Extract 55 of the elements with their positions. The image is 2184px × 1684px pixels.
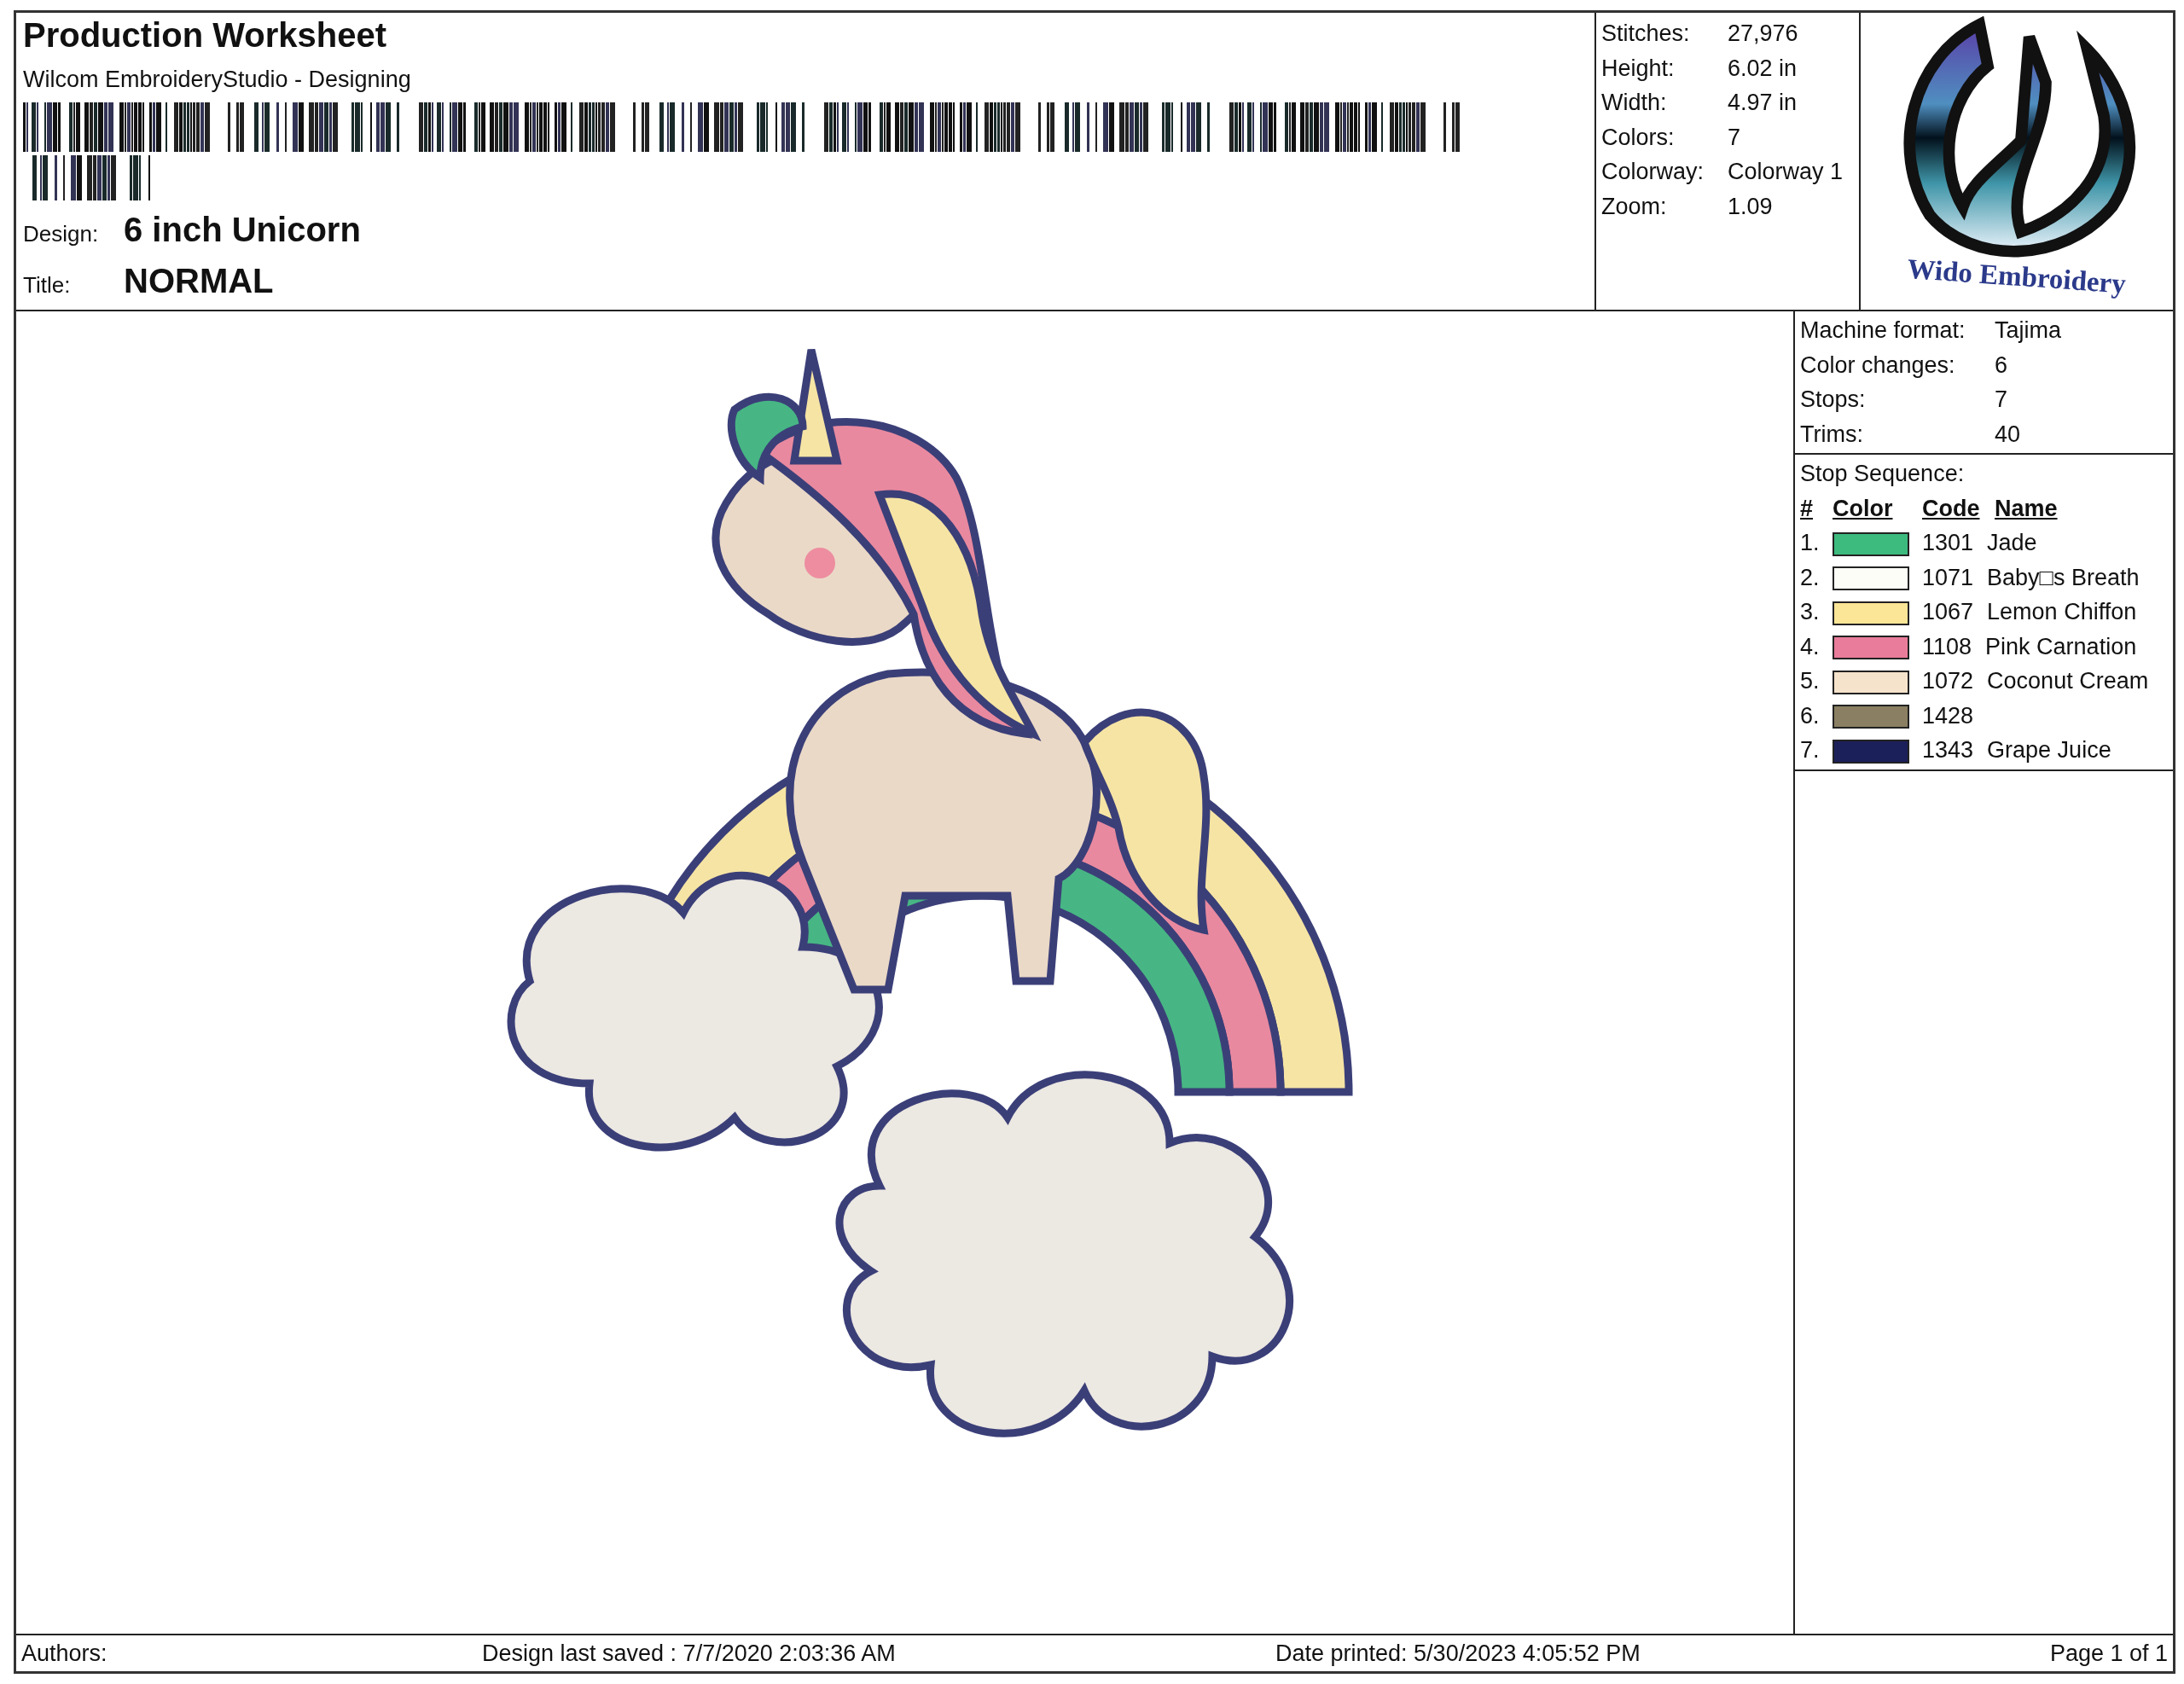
row-number: 7. <box>1800 736 1821 764</box>
column-header: Color <box>1833 494 1894 523</box>
machine-label: Machine format: <box>1800 316 1966 345</box>
row-number: 5. <box>1800 667 1821 695</box>
stat-label: Height: <box>1601 54 1676 83</box>
machine-value: Tajima <box>1995 317 2062 343</box>
stat-value: 4.97 in <box>1728 90 1798 115</box>
thread-code: 1071 <box>1922 563 1974 592</box>
thread-code: 1301 <box>1922 529 1974 557</box>
row-number: 6. <box>1800 701 1821 730</box>
stat-label: Width: <box>1601 89 1668 117</box>
worksheet-title: Production Worksheet <box>23 16 387 54</box>
row-number: 4. <box>1800 632 1821 661</box>
stat-value: 1.09 <box>1728 193 1773 219</box>
last-saved-date: Design last saved : 7/7/2020 2:03:36 AM <box>482 1639 897 1668</box>
thread-name: Baby□s Breath <box>1987 563 2140 592</box>
machine-label: Trims: <box>1800 420 1864 449</box>
machine-label: Color changes: <box>1800 351 1956 380</box>
thread-code: 1108 <box>1922 632 1972 661</box>
machine-label: Stops: <box>1800 386 1867 414</box>
thread-code: 1343 <box>1922 736 1974 764</box>
column-header: # <box>1800 494 1815 523</box>
column-header: Code <box>1922 494 1981 523</box>
stat-label: Zoom: <box>1601 192 1668 221</box>
field-label: Design: <box>23 220 100 248</box>
software-name: Wilcom EmbroideryStudio - Designing <box>23 66 412 94</box>
row-number: 2. <box>1800 563 1821 592</box>
stat-value: 27,976 <box>1728 20 1798 46</box>
stat-label: Colors: <box>1601 123 1676 152</box>
machine-value: 6 <box>1995 351 2008 378</box>
thread-code: 1428 <box>1922 701 1974 730</box>
machine-value: 7 <box>1995 386 2008 412</box>
stat-label: Colorway: <box>1601 158 1705 186</box>
row-number: 3. <box>1800 598 1821 626</box>
thread-name: Pink Carnation <box>1985 632 2137 661</box>
authors-label: Authors: <box>21 1639 108 1668</box>
field-value: NORMAL <box>124 261 274 301</box>
thread-name: Jade <box>1987 529 2037 557</box>
field-label: Title: <box>23 271 72 299</box>
stat-label: Stitches: <box>1601 20 1691 48</box>
stat-value: 6.02 in <box>1728 55 1798 81</box>
thread-name: Coconut Cream <box>1987 667 2149 695</box>
row-number: 1. <box>1800 529 1821 557</box>
field-value: 6 inch Unicorn <box>124 210 361 250</box>
page-number: Page 1 of 1 <box>2049 1639 2168 1668</box>
column-header: Name <box>1995 494 2058 523</box>
stat-value: 7 <box>1728 124 1741 150</box>
thread-name: Lemon Chiffon <box>1987 598 2137 626</box>
thread-name: Grape Juice <box>1987 736 2111 764</box>
print-date: Date printed: 5/30/2023 4:05:52 PM <box>1275 1639 1641 1668</box>
thread-code: 1067 <box>1922 598 1974 626</box>
section-title: Stop Sequence: <box>1800 460 1966 488</box>
machine-value: 40 <box>1995 421 2021 447</box>
thread-code: 1072 <box>1922 667 1974 695</box>
stat-value: Colorway 1 <box>1728 159 1844 184</box>
